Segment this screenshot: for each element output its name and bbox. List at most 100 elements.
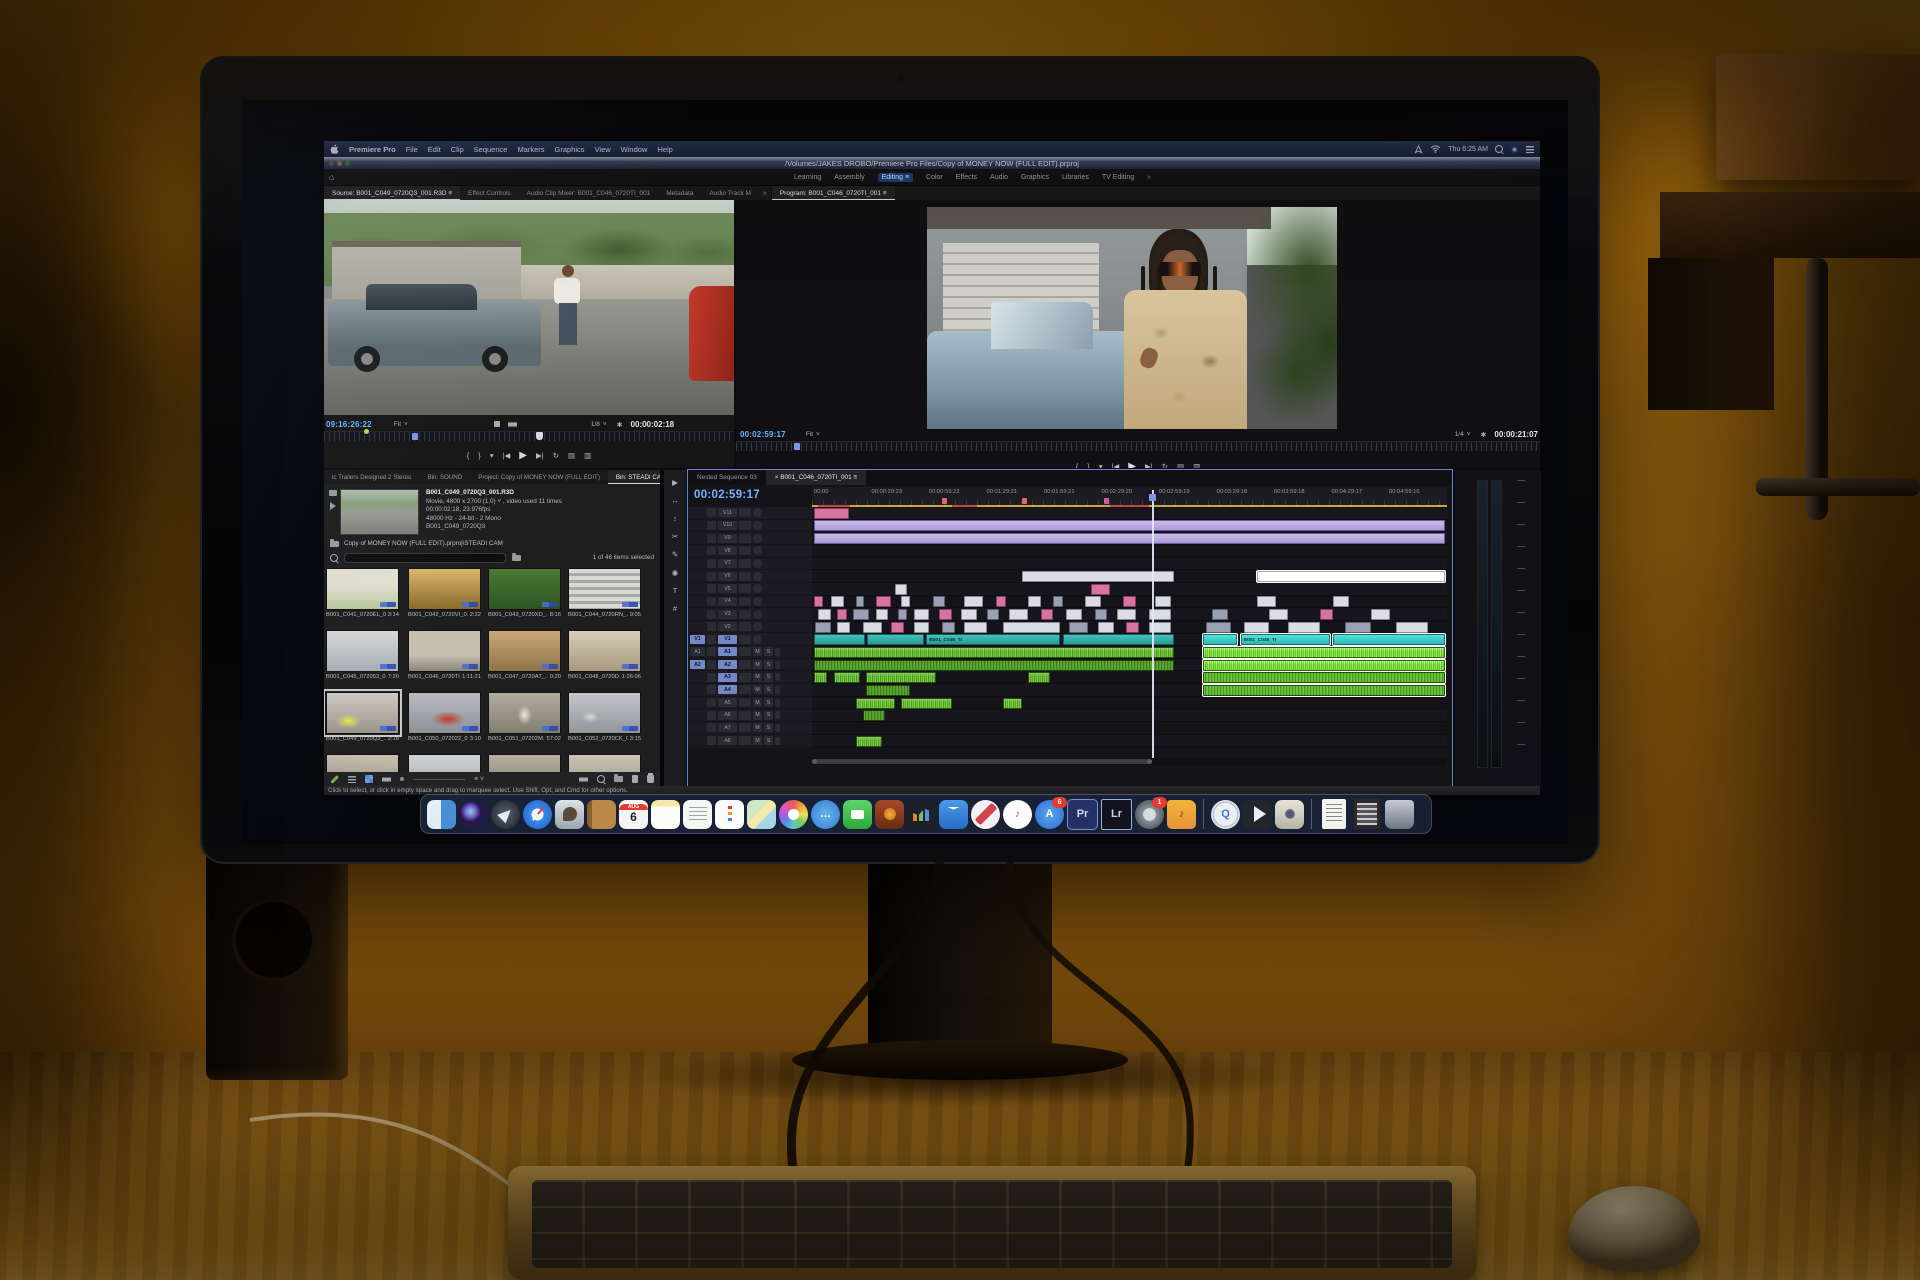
bin-tab[interactable]: ic Trailers Designed 2 Stereo (324, 470, 419, 484)
track-eye-toggle[interactable] (753, 558, 762, 568)
bin-breadcrumb[interactable]: Copy of MONEY NOW (FULL EDIT).prproj\STE… (330, 538, 503, 547)
track-output-toggle[interactable] (739, 546, 751, 556)
bin-item[interactable]: B001_C041_0720EL_0... 3:14 (326, 568, 399, 618)
timeline-clip[interactable] (939, 609, 952, 620)
source-settings-wrench-icon[interactable]: ✱ (617, 421, 623, 429)
track-solo-button[interactable]: S (764, 685, 773, 695)
source-transport-control[interactable]: ▤ (568, 451, 575, 460)
timeline-clip[interactable] (894, 583, 908, 595)
bin-item-thumbnail[interactable] (408, 568, 481, 610)
dock-icon-maps[interactable] (747, 799, 776, 829)
timeline-clip[interactable] (913, 621, 930, 633)
timeline-clip[interactable] (1331, 633, 1447, 647)
dock-icon-messages[interactable]: … (811, 799, 840, 829)
timeline-clip[interactable] (1027, 672, 1051, 684)
source-patch-a5[interactable] (690, 698, 705, 707)
workspace-tab-assembly[interactable]: Assembly (834, 174, 864, 181)
track-output-toggle[interactable] (739, 609, 751, 619)
bin-item-thumbnail[interactable] (568, 630, 641, 672)
source-patch-v1[interactable]: V1 (690, 634, 705, 644)
timeline-clip[interactable] (1288, 621, 1320, 633)
timeline-playhead-head[interactable] (1149, 494, 1157, 501)
track-solo-button[interactable]: S (764, 723, 773, 733)
dock-icon-facetime[interactable] (843, 799, 872, 829)
timeline-clip[interactable] (1212, 609, 1228, 620)
track-record-mic-icon[interactable] (775, 723, 780, 732)
track-mute-button[interactable]: M (753, 698, 762, 708)
sort-icon[interactable]: ≡ ˅ (474, 776, 484, 783)
timeline-clip[interactable] (996, 596, 1006, 608)
menu-item[interactable]: Help (657, 145, 672, 154)
track-monitor-toggle[interactable] (739, 723, 751, 733)
timeline-clip[interactable] (856, 697, 895, 709)
track-record-mic-icon[interactable] (775, 711, 780, 720)
bin-search-input[interactable] (344, 553, 506, 563)
workspace-tab-graphics[interactable]: Graphics (1021, 174, 1049, 181)
source-dual-icon[interactable] (507, 421, 517, 428)
bin-item[interactable]: B001_C047_0720A7_... 0:20 (488, 630, 561, 680)
dock-icon-mail[interactable] (555, 799, 584, 829)
edit-pencil-icon[interactable] (330, 774, 339, 784)
dock-icon-app-store[interactable]: A6 (1035, 796, 1067, 829)
bin-item[interactable]: B001_C051_07202M... 57:02 (488, 692, 561, 742)
timeline-clip[interactable] (837, 621, 851, 633)
razor-tool[interactable]: ✂ (672, 532, 678, 541)
track-lock-toggle[interactable] (707, 672, 716, 682)
dock-icon-stocks[interactable] (907, 799, 936, 829)
clip-preview-thumbnail[interactable] (340, 489, 419, 535)
timeline-clip[interactable] (865, 672, 936, 684)
source-patch-v6[interactable] (690, 572, 705, 581)
track-solo-button[interactable]: S (764, 736, 773, 745)
program-panel-tab[interactable]: Program: B001_C046_0720TI_001 ≡ (771, 186, 895, 200)
track-lock-toggle[interactable] (707, 723, 716, 733)
bin-item[interactable]: B001_C049_0720Q3_... 2:18 (324, 689, 402, 742)
track-output-toggle[interactable] (739, 520, 751, 530)
source-transport-control[interactable]: ▶| (536, 451, 544, 460)
source-settings-icon[interactable] (493, 421, 500, 427)
source-patch-v11[interactable] (690, 508, 705, 517)
bin-item-thumbnail[interactable] (408, 630, 481, 672)
track-name-v4[interactable]: V4 (718, 596, 737, 606)
source-transport-control[interactable]: ▶ (519, 450, 527, 461)
bin-item[interactable]: B001_C042_0720VI_0... 2:22 (408, 568, 481, 618)
play-preview-icon[interactable] (330, 502, 336, 510)
bin-tab[interactable]: Project: Copy of MONEY NOW (FULL EDIT) (470, 470, 608, 484)
track-name-a4[interactable]: A4 (718, 685, 737, 695)
bin-item[interactable]: B001_C044_0720RN_... 9:05 (568, 568, 641, 618)
source-transport-control[interactable]: ▥ (584, 451, 591, 460)
track-eye-toggle[interactable] (753, 546, 762, 556)
source-transport-control[interactable]: } (478, 451, 481, 460)
program-playhead[interactable] (794, 443, 800, 450)
new-item-icon[interactable] (632, 775, 638, 783)
dock-icon-notes[interactable] (651, 799, 680, 829)
program-scrub-bar[interactable] (736, 441, 1540, 451)
wifi-icon[interactable] (1430, 145, 1441, 153)
track-name-a7[interactable]: A7 (718, 723, 737, 733)
freeform-view-icon[interactable] (382, 775, 391, 783)
track-output-toggle[interactable] (739, 533, 751, 543)
program-current-timecode[interactable]: 00:02:59:17 (740, 430, 786, 439)
menu-item[interactable]: File (406, 145, 418, 154)
dock-icon-itunes[interactable]: ♪ (1003, 799, 1032, 829)
track-name-v1[interactable]: V1 (718, 634, 737, 644)
track-lock-toggle[interactable] (707, 634, 716, 644)
track-output-toggle[interactable] (739, 584, 751, 594)
track-name-v3[interactable]: V3 (718, 609, 737, 619)
timeline-clip[interactable] (818, 609, 832, 620)
timeline-playhead[interactable] (1152, 490, 1154, 765)
track-monitor-toggle[interactable] (739, 672, 751, 682)
icon-view-icon[interactable] (365, 775, 373, 783)
track-lock-toggle[interactable] (707, 609, 716, 619)
timeline-clip[interactable] (1256, 596, 1276, 608)
program-resolution-select[interactable]: 1/4 ˅ (1455, 431, 1471, 438)
track-lock-toggle[interactable] (707, 647, 716, 657)
timeline-clip[interactable] (1069, 621, 1089, 633)
new-bin-icon[interactable] (614, 774, 623, 782)
timeline-clip[interactable] (1123, 596, 1136, 608)
sequence-marker[interactable] (942, 498, 948, 504)
dock-icon-launchpad[interactable] (491, 799, 520, 829)
dock-icon-finder[interactable] (427, 799, 456, 829)
program-settings-wrench-icon[interactable]: ✱ (1481, 431, 1487, 439)
menu-item[interactable]: Clip (451, 145, 464, 154)
timeline-clip[interactable] (837, 609, 847, 620)
